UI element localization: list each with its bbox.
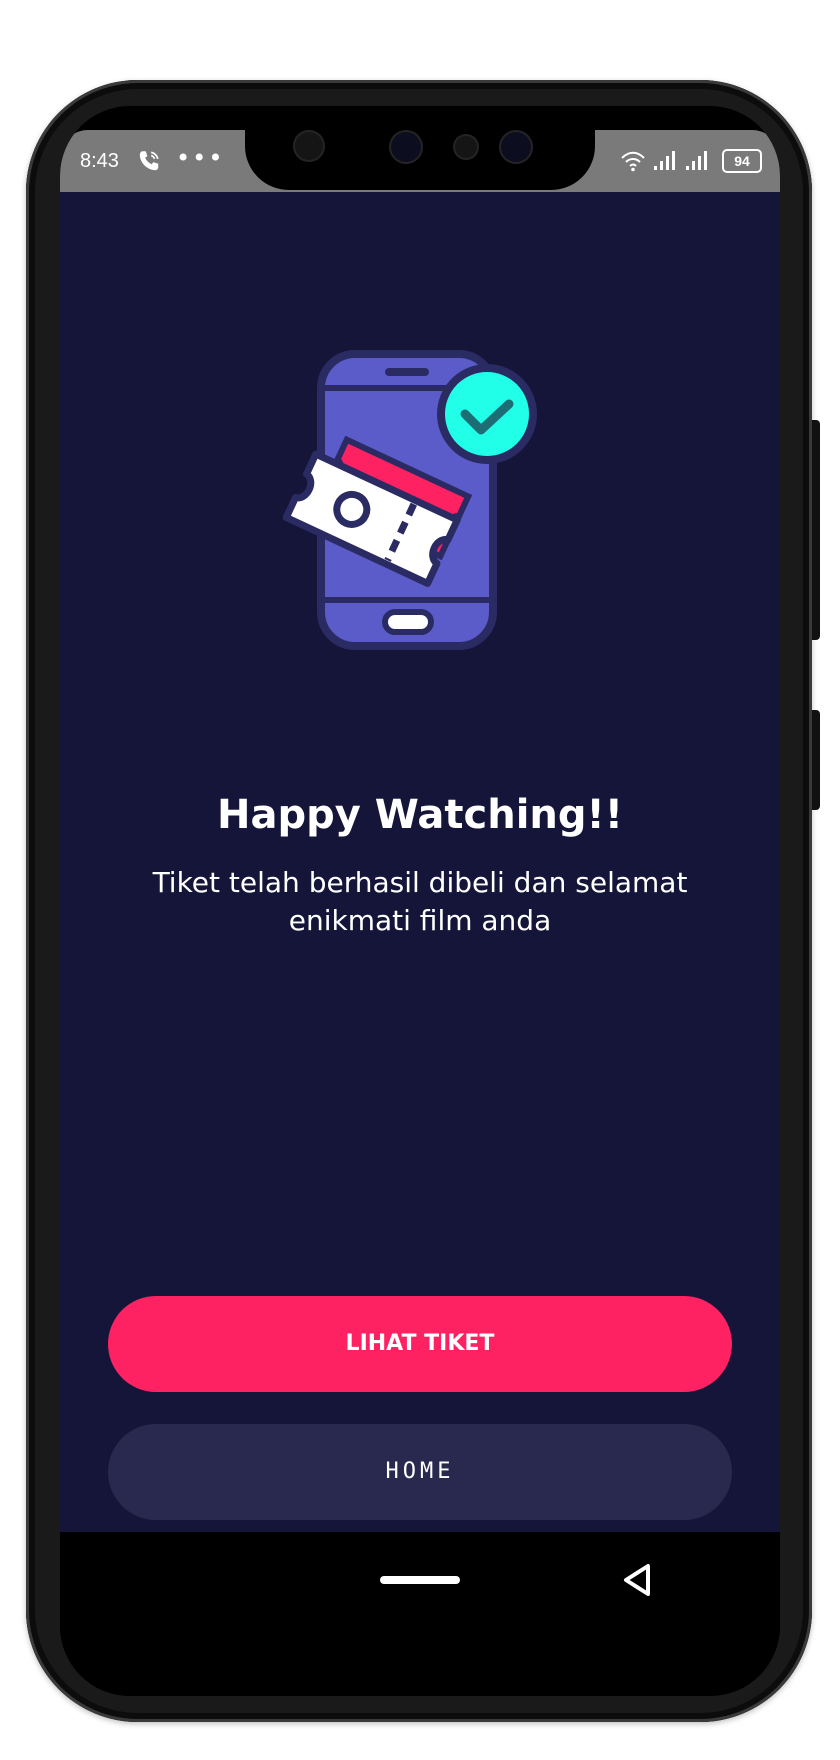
volume-button xyxy=(812,710,820,810)
system-navigation-bar xyxy=(60,1532,780,1696)
camera-notch xyxy=(245,106,595,190)
home-gesture-bar-icon[interactable] xyxy=(380,1576,460,1584)
signal-icon xyxy=(654,151,675,170)
battery-icon: 94 xyxy=(722,149,762,173)
camera-lens-icon xyxy=(389,130,423,164)
success-screen: Happy Watching!! Tiket telah berhasil di… xyxy=(60,192,780,1532)
call-icon xyxy=(139,151,159,171)
power-button xyxy=(812,420,820,640)
sensor-icon xyxy=(453,134,479,160)
signal-icon xyxy=(686,151,707,170)
wifi-icon xyxy=(621,151,645,172)
phone-ticket-success-illustration xyxy=(282,350,537,650)
page-title: Happy Watching!! xyxy=(216,792,624,838)
camera-lens-icon xyxy=(293,130,325,162)
device-screen: 8:43 ••• 94 Happy Watching!! Tiket telah… xyxy=(60,106,780,1696)
back-icon[interactable] xyxy=(618,1560,658,1600)
home-button[interactable]: HOME xyxy=(108,1424,732,1520)
more-notifications-icon: ••• xyxy=(176,144,225,172)
status-time: 8:43 xyxy=(80,150,119,172)
view-ticket-button[interactable]: LIHAT TIKET xyxy=(108,1296,732,1392)
camera-lens-icon xyxy=(499,130,533,164)
check-badge-icon xyxy=(437,364,537,464)
page-subtitle: Tiket telah berhasil dibeli dan selamat … xyxy=(152,866,688,937)
